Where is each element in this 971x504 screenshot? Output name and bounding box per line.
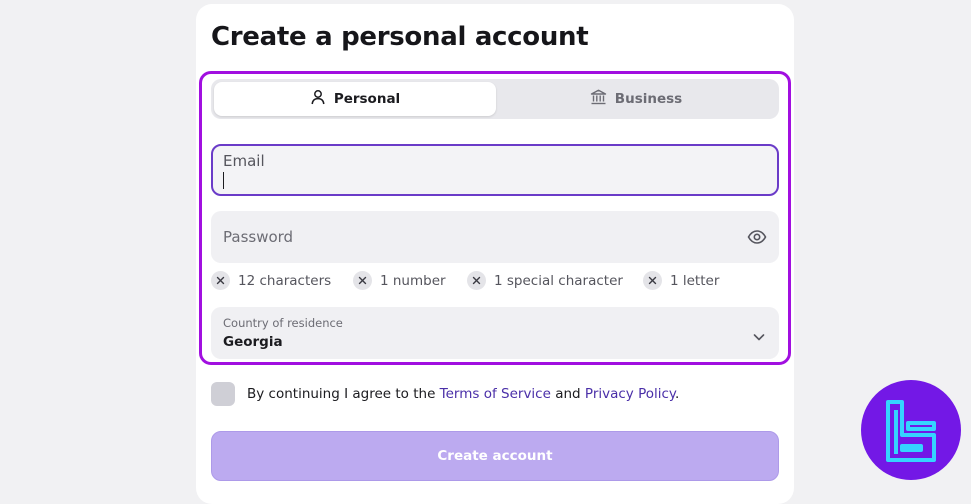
- eye-icon[interactable]: [747, 228, 767, 246]
- password-placeholder: Password: [223, 228, 294, 246]
- requirement-item: 1 special character: [467, 271, 623, 290]
- email-field[interactable]: Email: [211, 144, 779, 196]
- requirement-item: 1 letter: [643, 271, 719, 290]
- requirement-item: 12 characters: [211, 271, 331, 290]
- requirement-label: 1 number: [380, 272, 446, 289]
- privacy-policy-link[interactable]: Privacy Policy: [585, 386, 675, 402]
- text-caret: [223, 172, 224, 189]
- x-icon: [467, 271, 486, 290]
- agreement-prefix: By continuing I agree to the: [247, 386, 436, 402]
- x-icon: [353, 271, 372, 290]
- chevron-down-icon[interactable]: [753, 327, 765, 341]
- tab-label: Business: [614, 91, 683, 107]
- brand-logo: [861, 380, 961, 480]
- terms-of-service-link[interactable]: Terms of Service: [440, 386, 551, 402]
- terms-agreement: By continuing I agree to the Terms of Se…: [211, 382, 679, 406]
- terms-checkbox[interactable]: [211, 382, 235, 406]
- requirement-label: 1 letter: [670, 272, 720, 289]
- country-select[interactable]: Country of residence Georgia: [211, 307, 779, 359]
- email-label: Email: [223, 152, 265, 170]
- person-icon: [310, 89, 326, 109]
- password-field[interactable]: Password: [211, 211, 779, 263]
- country-label: Country of residence: [223, 316, 343, 330]
- tab-personal[interactable]: Personal: [214, 82, 496, 116]
- x-icon: [211, 271, 230, 290]
- country-value: Georgia: [223, 334, 283, 350]
- tab-business[interactable]: Business: [495, 82, 777, 116]
- requirement-label: 12 characters: [238, 272, 332, 289]
- agreement-suffix: .: [675, 386, 680, 402]
- requirement-label: 1 special character: [494, 272, 623, 289]
- page-title: Create a personal account: [211, 22, 589, 52]
- agreement-middle: and: [555, 386, 581, 402]
- bank-icon: [590, 89, 607, 109]
- signup-card: Create a personal account Personal Busin…: [196, 4, 794, 504]
- create-account-button[interactable]: Create account: [211, 431, 779, 481]
- tab-label: Personal: [333, 91, 401, 107]
- password-requirements: 12 characters 1 number 1 special charact…: [211, 271, 779, 291]
- agreement-text: By continuing I agree to the Terms of Se…: [247, 386, 679, 402]
- x-icon: [643, 271, 662, 290]
- requirement-item: 1 number: [353, 271, 446, 290]
- account-type-tabs: Personal Business: [211, 79, 779, 119]
